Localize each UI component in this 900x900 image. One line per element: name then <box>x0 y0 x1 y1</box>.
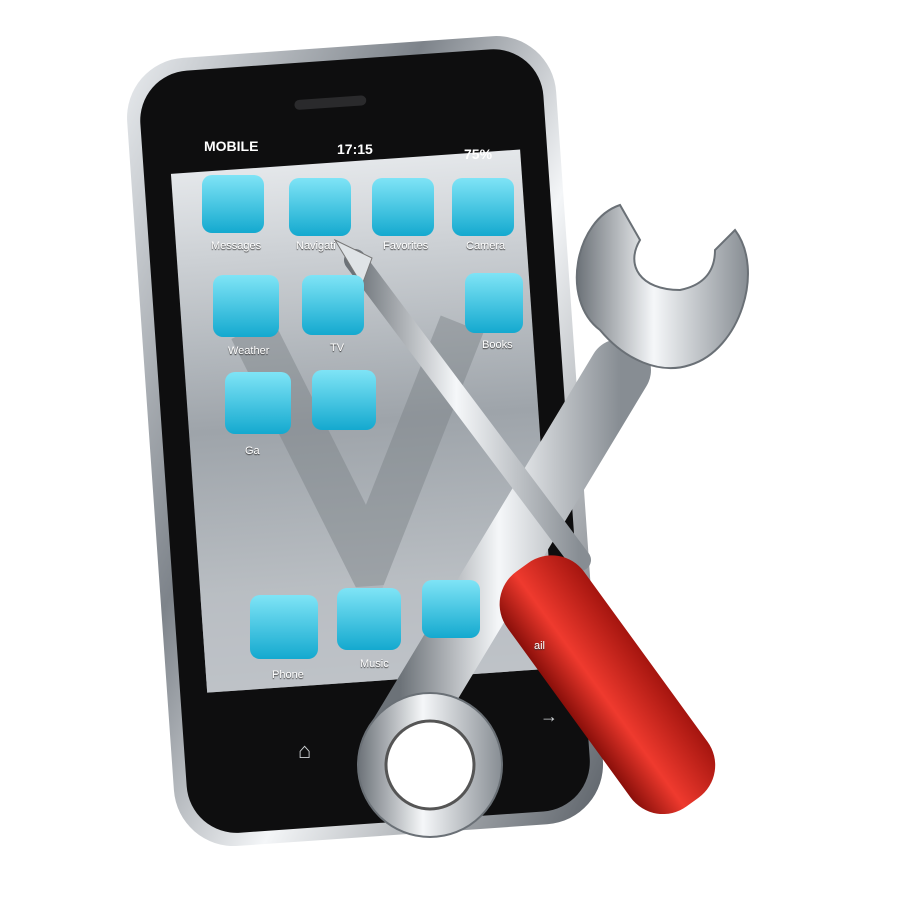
carrier-label: MOBILE <box>204 138 259 154</box>
app-label: Messages <box>211 240 262 252</box>
dock-label: ail <box>534 640 546 652</box>
dock-icon-globe[interactable] <box>422 580 480 638</box>
clock-label: 17:15 <box>337 141 373 157</box>
app-icon-tv[interactable] <box>302 275 364 335</box>
dock-label: Music <box>360 658 389 670</box>
app-icon-navigation[interactable] <box>289 178 351 236</box>
dock-icon-music[interactable] <box>337 588 401 650</box>
forward-icon[interactable]: → <box>540 706 558 727</box>
app-icon-camera[interactable] <box>452 178 514 236</box>
app-label: Favorites <box>383 240 429 252</box>
app-label: Camera <box>466 240 506 252</box>
home-icon[interactable]: ⌂ <box>298 738 311 764</box>
wrench-open-end <box>575 203 749 370</box>
app-icon-games[interactable] <box>225 372 291 434</box>
app-icon-messages[interactable] <box>202 175 264 233</box>
app-label: Ga <box>245 445 260 457</box>
app-icon-settings[interactable] <box>312 370 376 430</box>
app-label: Weather <box>228 345 270 357</box>
illustration-svg <box>127 36 749 847</box>
battery-label: 75% <box>464 146 493 162</box>
app-icon-books[interactable] <box>465 273 523 333</box>
app-label: Navigati <box>296 240 336 252</box>
app-label: Books <box>482 339 513 351</box>
wrench-ring-hole <box>384 719 476 811</box>
app-icon-weather[interactable] <box>213 275 279 337</box>
app-label: TV <box>330 342 345 354</box>
dock-label: Phone <box>272 669 304 681</box>
repair-illustration: MOBILE 17:15 75% Messages Navigati Favor… <box>0 0 900 900</box>
app-icon-favorites[interactable] <box>372 178 434 236</box>
dock-icon-phone[interactable] <box>250 595 318 659</box>
